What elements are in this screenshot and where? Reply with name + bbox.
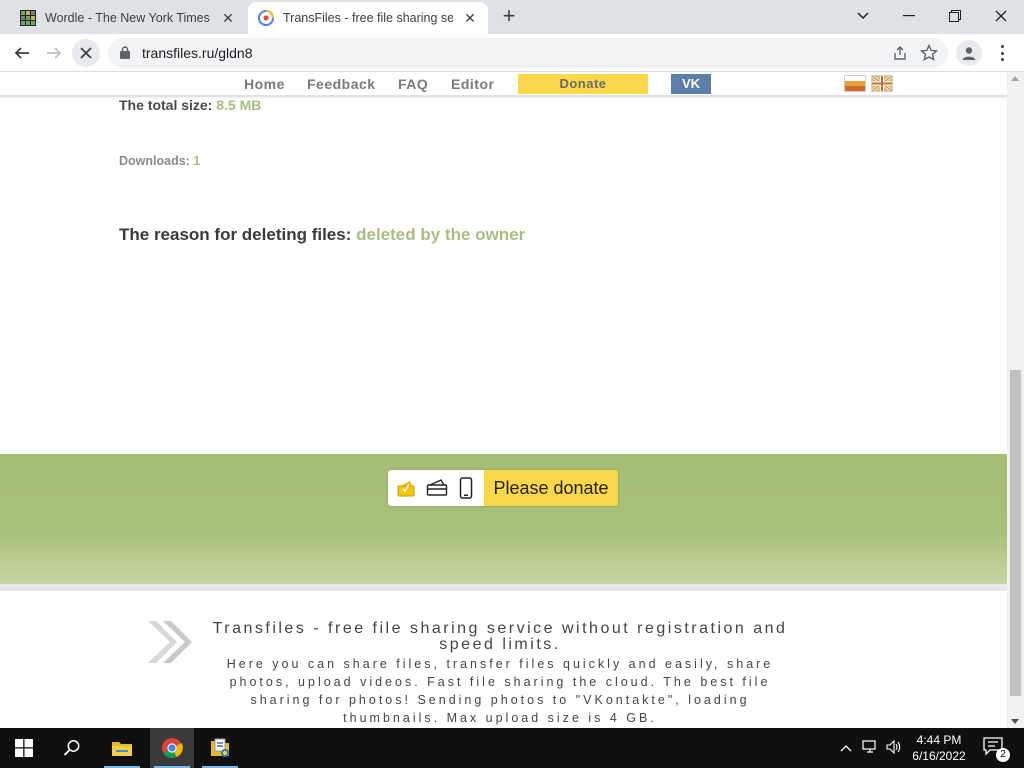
please-donate-button[interactable]: Please donate xyxy=(484,470,618,506)
close-tab-icon[interactable]: ✕ xyxy=(220,10,236,26)
file-explorer-icon[interactable] xyxy=(100,728,144,768)
deletion-reason-value: deleted by the owner xyxy=(356,225,526,244)
search-icon[interactable] xyxy=(50,728,94,768)
deletion-reason: The reason for deleting files: deleted b… xyxy=(119,225,525,245)
total-size-info: The total size: 8.5 MB xyxy=(119,97,261,113)
lock-icon[interactable] xyxy=(120,46,130,59)
nav-faq-link[interactable]: FAQ xyxy=(398,76,428,92)
footer-title: Transfiles - free file sharing service w… xyxy=(212,620,788,653)
stop-loading-button[interactable] xyxy=(72,39,100,67)
notification-count-badge: 2 xyxy=(996,748,1010,762)
transfiles-logo-arrows-icon xyxy=(148,621,192,663)
clock-time: 4:44 PM xyxy=(916,733,962,747)
total-size-value: 8.5 MB xyxy=(216,97,262,113)
phone-icon xyxy=(455,477,477,499)
wordle-favicon-icon xyxy=(20,10,36,26)
profile-avatar-icon[interactable] xyxy=(956,40,982,66)
downloads-value: 1 xyxy=(193,154,201,168)
deletion-reason-label: The reason for deleting files: xyxy=(119,225,352,244)
scroll-down-arrow-icon[interactable] xyxy=(1011,719,1019,724)
total-size-label: The total size: xyxy=(119,97,213,113)
bookmark-star-icon[interactable] xyxy=(920,44,938,62)
tab-search-chevron-icon[interactable] xyxy=(840,0,886,32)
browser-toolbar: transfiles.ru/gldn8 xyxy=(0,34,1024,72)
nav-editor-link[interactable]: Editor xyxy=(451,76,494,92)
band-divider xyxy=(0,584,1007,591)
start-button[interactable] xyxy=(2,728,46,768)
nav-vk-button[interactable]: VK xyxy=(671,74,711,94)
chrome-icon[interactable] xyxy=(150,728,194,768)
russian-flag-icon[interactable] xyxy=(844,75,866,92)
nav-home-link[interactable]: Home xyxy=(244,76,285,92)
downloads-label: Downloads: xyxy=(119,154,190,168)
footer-description: Here you can share files, transfer files… xyxy=(226,657,774,725)
url-text[interactable]: transfiles.ru/gldn8 xyxy=(142,45,253,61)
share-icon[interactable] xyxy=(892,45,908,61)
transfiles-favicon-icon xyxy=(258,10,274,26)
wallet-icon xyxy=(395,478,417,498)
tab-wordle[interactable]: Wordle - The New York Times ✕ xyxy=(10,2,246,34)
close-window-button[interactable] xyxy=(978,0,1024,32)
tab-transfiles[interactable]: TransFiles - free file sharing servic ✕ xyxy=(248,2,488,34)
restore-button[interactable] xyxy=(932,0,978,32)
page-scrollbar[interactable] xyxy=(1007,72,1024,728)
close-tab-icon[interactable]: ✕ xyxy=(462,10,478,26)
scrollbar-thumb[interactable] xyxy=(1010,370,1021,696)
downloads-info: Downloads: 1 xyxy=(119,154,200,168)
volume-icon[interactable] xyxy=(886,739,902,757)
system-clock[interactable]: 4:44 PM 6/16/2022 xyxy=(906,732,972,764)
network-icon[interactable] xyxy=(862,740,878,757)
scroll-up-arrow-icon[interactable] xyxy=(1011,76,1019,81)
nav-donate-button[interactable]: Donate xyxy=(518,74,648,94)
page-viewport: Home Feedback FAQ Editor Donate VK The t… xyxy=(0,72,1007,728)
browser-menu-icon[interactable] xyxy=(992,42,1012,64)
card-icon xyxy=(426,478,448,498)
donate-widget[interactable]: Please donate xyxy=(388,470,618,506)
site-navigation: Home Feedback FAQ Editor Donate VK xyxy=(0,72,1007,97)
python-file-icon[interactable] xyxy=(198,728,242,768)
windows-taskbar: 4:44 PM 6/16/2022 2 xyxy=(0,728,1024,768)
address-bar[interactable]: transfiles.ru/gldn8 xyxy=(108,38,948,68)
action-center-icon[interactable]: 2 xyxy=(982,736,1010,762)
clock-date: 6/16/2022 xyxy=(912,749,966,763)
tab-title: TransFiles - free file sharing servic xyxy=(283,11,453,25)
minimize-button[interactable] xyxy=(886,0,932,32)
browser-tab-strip: Wordle - The New York Times ✕ TransFiles… xyxy=(0,0,1024,34)
tab-title: Wordle - The New York Times xyxy=(45,11,210,25)
back-button[interactable] xyxy=(8,39,36,67)
nav-feedback-link[interactable]: Feedback xyxy=(307,76,376,92)
english-flag-icon[interactable] xyxy=(871,75,893,92)
forward-button[interactable] xyxy=(40,39,68,67)
show-hidden-icons-chevron-icon[interactable] xyxy=(840,740,852,755)
new-tab-button[interactable]: + xyxy=(498,5,520,28)
